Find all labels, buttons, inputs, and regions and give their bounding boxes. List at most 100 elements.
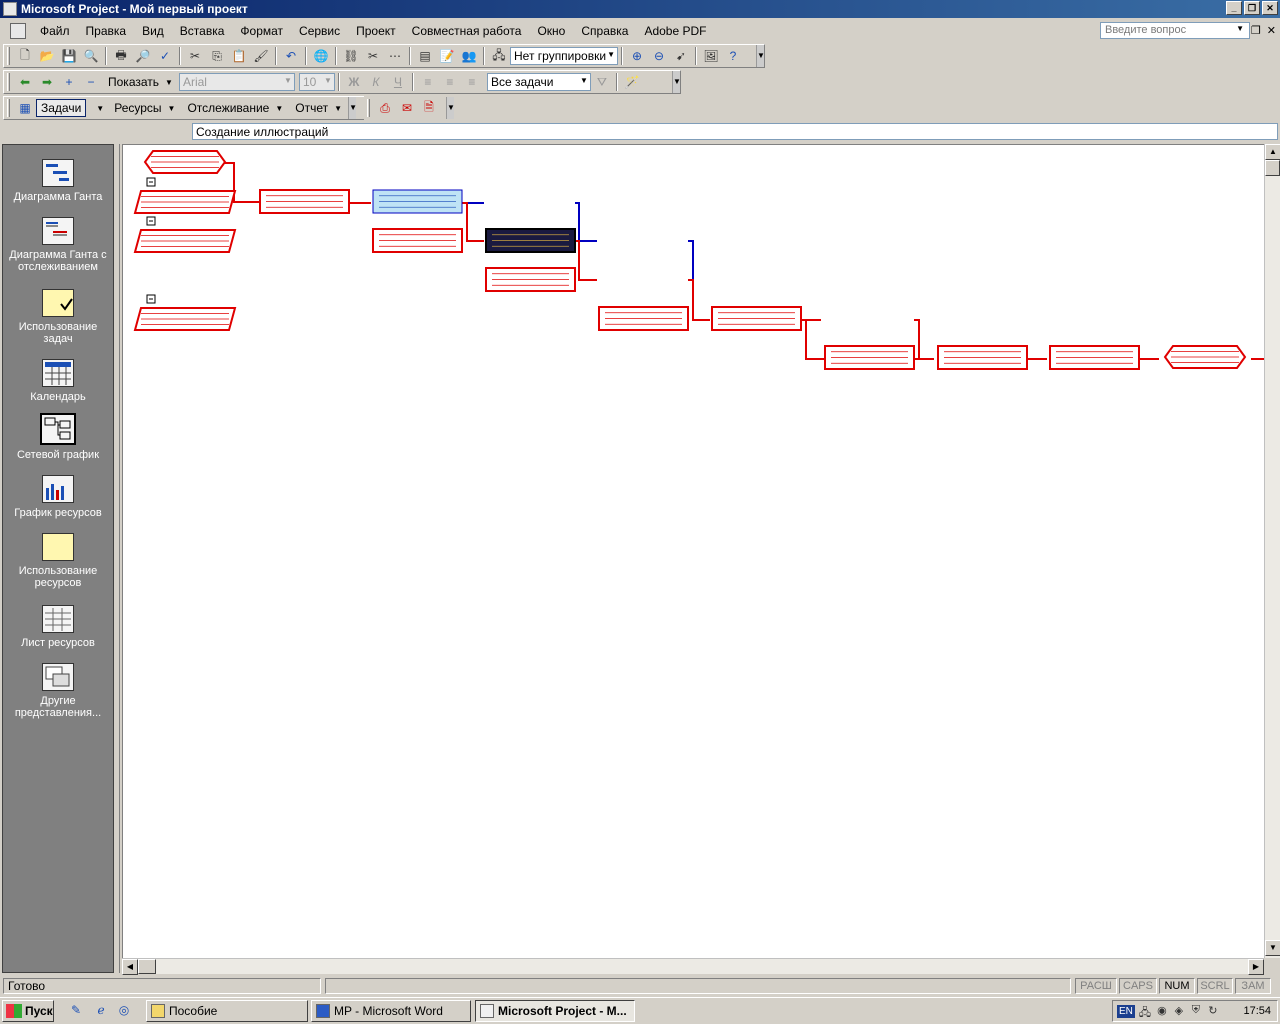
- assign-resources-icon[interactable]: 👥: [458, 46, 480, 66]
- gantt-wizard-icon[interactable]: 🪄: [621, 72, 643, 92]
- task-node[interactable]: [485, 267, 576, 292]
- tray-app-icon[interactable]: ◈: [1172, 1004, 1186, 1018]
- task-node[interactable]: [598, 306, 689, 331]
- network-icon[interactable]: 🖧: [1138, 1004, 1152, 1019]
- start-button[interactable]: Пуск: [2, 1000, 54, 1022]
- task-node[interactable]: [937, 345, 1028, 370]
- task-node[interactable]: [259, 189, 350, 214]
- search-file-icon[interactable]: 🔍: [80, 46, 102, 66]
- show-subtasks-icon[interactable]: +: [58, 72, 80, 92]
- task-info-icon[interactable]: ▤: [414, 46, 436, 66]
- view-calendar[interactable]: Календарь: [3, 359, 113, 403]
- minimize-icon[interactable]: _: [1226, 1, 1242, 15]
- font-size-select[interactable]: 10 ▼: [298, 73, 335, 91]
- ask-dropdown-icon[interactable]: ▼: [1236, 24, 1244, 33]
- collapse-toggle-icon[interactable]: [146, 177, 156, 187]
- view-gantt-chart[interactable]: Диаграмма Ганта: [3, 159, 113, 203]
- vertical-scrollbar[interactable]: ▲ ▼: [1264, 144, 1280, 958]
- tasks-dropdown[interactable]: ▼: [86, 104, 108, 113]
- doc-restore-icon[interactable]: ❐: [1251, 24, 1261, 37]
- horizontal-scroll-thumb[interactable]: [138, 959, 156, 974]
- filter-select[interactable]: Все задачи ▼: [486, 73, 591, 91]
- unlink-tasks-icon[interactable]: ✂: [362, 46, 384, 66]
- entry-bar-input[interactable]: Создание иллюстраций: [192, 123, 1278, 140]
- pdf-email-icon[interactable]: ✉: [396, 98, 418, 118]
- undo-icon[interactable]: ↶: [280, 46, 302, 66]
- collapse-toggle-icon[interactable]: [146, 216, 156, 226]
- ask-question-input[interactable]: Введите вопрос: [1100, 22, 1250, 39]
- toolbar-grip[interactable]: [367, 99, 370, 117]
- summary-task-node[interactable]: [133, 229, 237, 253]
- hyperlink-globe-icon[interactable]: 🌐: [310, 46, 332, 66]
- horizontal-scrollbar[interactable]: ◀ ▶: [122, 958, 1264, 975]
- view-tracking-gantt[interactable]: Диаграмма Ганта с отслеживанием: [3, 217, 113, 273]
- split-task-icon[interactable]: ⋯: [384, 46, 406, 66]
- restore-icon[interactable]: ❐: [1244, 1, 1260, 15]
- hide-subtasks-icon[interactable]: −: [80, 72, 102, 92]
- task-node[interactable]: [824, 345, 915, 370]
- collapse-toggle-icon[interactable]: [146, 294, 156, 304]
- volume-icon[interactable]: ◉: [1155, 1004, 1169, 1018]
- menu-tools[interactable]: Сервис: [291, 24, 348, 38]
- toolbar-grip[interactable]: [7, 47, 10, 65]
- open-icon[interactable]: 📂: [36, 46, 58, 66]
- link-tasks-icon[interactable]: ⛓: [340, 46, 362, 66]
- indent-icon[interactable]: ➡: [36, 72, 58, 92]
- new-icon[interactable]: 🗋: [14, 46, 36, 66]
- toolbar-options-icon[interactable]: ▼: [348, 97, 357, 119]
- task-notes-icon[interactable]: 📝: [436, 46, 458, 66]
- underline-button[interactable]: Ч: [387, 72, 409, 92]
- taskbar-item-posobie[interactable]: Пособие: [146, 1000, 308, 1022]
- doc-close-icon[interactable]: ✕: [1267, 24, 1276, 37]
- outlook-icon[interactable]: ◎: [116, 1003, 132, 1019]
- toolbar-options-icon[interactable]: ▼: [756, 45, 765, 67]
- view-task-usage[interactable]: Использование задач: [3, 289, 113, 345]
- toolbar-options-icon[interactable]: ▼: [446, 97, 455, 119]
- grouping-select[interactable]: Нет группировки ▼: [510, 47, 618, 65]
- vertical-scroll-thumb[interactable]: [1265, 160, 1280, 176]
- print-preview-icon[interactable]: 🔎: [132, 46, 154, 66]
- milestone-start-node[interactable]: [143, 150, 227, 174]
- menu-edit[interactable]: Правка: [78, 24, 135, 38]
- paste-icon[interactable]: 📋: [228, 46, 250, 66]
- align-center-icon[interactable]: ≡: [439, 72, 461, 92]
- quicklaunch-icon[interactable]: ✎: [68, 1003, 84, 1019]
- project-guide-icon[interactable]: ▦: [14, 98, 36, 118]
- pdf-review-icon[interactable]: 🗎: [418, 98, 440, 118]
- copy-icon[interactable]: ⎘: [206, 46, 228, 66]
- spelling-icon[interactable]: ✓: [154, 46, 176, 66]
- align-right-icon[interactable]: ≡: [461, 72, 483, 92]
- menu-file[interactable]: Файл: [32, 24, 78, 38]
- cut-icon[interactable]: ✂: [184, 46, 206, 66]
- toolbar-options-icon[interactable]: ▼: [672, 71, 681, 93]
- toolbar-grip[interactable]: [7, 99, 10, 117]
- menu-help[interactable]: Справка: [573, 24, 636, 38]
- taskbar-item-project[interactable]: Microsoft Project - M...: [475, 1000, 635, 1022]
- menu-window[interactable]: Окно: [529, 24, 573, 38]
- view-resource-usage[interactable]: Использование ресурсов: [3, 533, 113, 589]
- report-button[interactable]: Отчет ▼: [289, 101, 348, 115]
- network-diagram-canvas[interactable]: [122, 144, 1264, 958]
- language-indicator[interactable]: EN: [1117, 1004, 1135, 1018]
- resources-button[interactable]: Ресурсы ▼: [108, 101, 181, 115]
- bold-button[interactable]: Ж: [343, 72, 365, 92]
- outdent-icon[interactable]: ⬅: [14, 72, 36, 92]
- menu-insert[interactable]: Вставка: [172, 24, 233, 38]
- scroll-to-task-icon[interactable]: ➹: [670, 46, 692, 66]
- font-select[interactable]: Arial ▼: [178, 73, 295, 91]
- milestone-end-node[interactable]: [1163, 345, 1247, 369]
- scroll-left-icon[interactable]: ◀: [122, 959, 138, 975]
- menu-adobe-pdf[interactable]: Adobe PDF: [636, 24, 714, 38]
- toolbar-grip[interactable]: [7, 73, 10, 91]
- save-icon[interactable]: 💾: [58, 46, 80, 66]
- task-node[interactable]: [1049, 345, 1140, 370]
- document-icon[interactable]: [10, 23, 26, 39]
- task-node[interactable]: [372, 228, 463, 253]
- menu-project[interactable]: Проект: [348, 24, 404, 38]
- zoom-out-icon[interactable]: ⊖: [648, 46, 670, 66]
- view-more-views[interactable]: Другие представления...: [3, 663, 113, 719]
- taskbar-item-word[interactable]: MP - Microsoft Word: [311, 1000, 471, 1022]
- summary-task-node[interactable]: [133, 307, 237, 331]
- menu-format[interactable]: Формат: [232, 24, 291, 38]
- task-node[interactable]: [711, 306, 802, 331]
